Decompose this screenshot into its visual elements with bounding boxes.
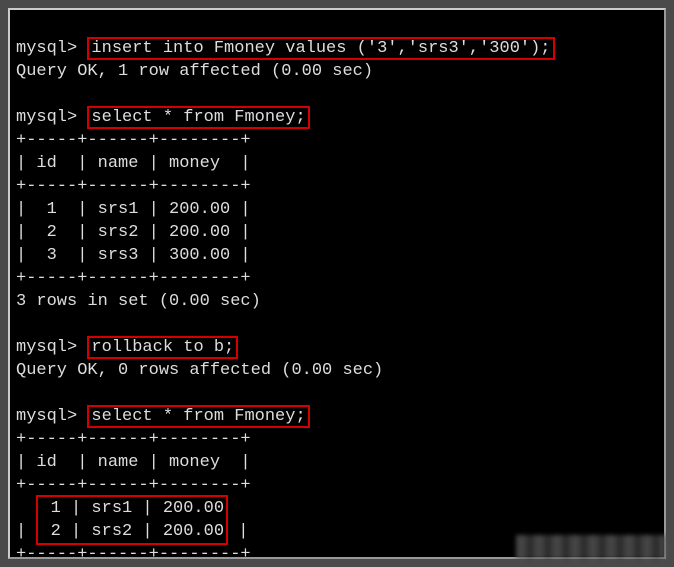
row-suffix: | [228,522,248,541]
table-border: +-----+------+--------+ [16,476,251,495]
table-row: 2 | srs2 | 200.00 [40,522,224,541]
result-line: 3 rows in set (0.00 sec) [16,292,261,311]
table-header: | id | name | money | [16,453,251,472]
table-border: +-----+------+--------+ [16,430,251,449]
prompt: mysql> [16,39,77,58]
result-line: Query OK, 0 rows affected (0.00 sec) [16,361,383,380]
table-row: | 3 | srs3 | 300.00 | [16,246,251,265]
table-border: +-----+------+--------+ [16,269,251,288]
obscured-corner [516,535,666,559]
sql-select-stmt-2: select * from Fmoney; [87,405,309,428]
prompt: mysql> [16,407,77,426]
table-row: | 1 | srs1 | 200.00 | [16,200,251,219]
table-header: | id | name | money | [16,154,251,173]
table-row: | 2 | srs2 | 200.00 | [16,223,251,242]
screenshot-frame: mysql> insert into Fmoney values ('3','s… [0,0,674,567]
table-border: +-----+------+--------+ [16,545,251,559]
sql-select-stmt-1: select * from Fmoney; [87,106,309,129]
after-rollback-rows: 1 | srs1 | 200.00 2 | srs2 | 200.00 [36,495,228,545]
mysql-terminal: mysql> insert into Fmoney values ('3','s… [8,8,666,559]
row-prefix: | [16,522,36,541]
prompt: mysql> [16,338,77,357]
sql-rollback-stmt: rollback to b; [87,336,238,359]
result-line: Query OK, 1 row affected (0.00 sec) [16,62,373,81]
table-border: +-----+------+--------+ [16,177,251,196]
table-row: 1 | srs1 | 200.00 [40,499,224,518]
table-border: +-----+------+--------+ [16,131,251,150]
prompt: mysql> [16,108,77,127]
sql-insert-stmt: insert into Fmoney values ('3','srs3','3… [87,37,554,60]
